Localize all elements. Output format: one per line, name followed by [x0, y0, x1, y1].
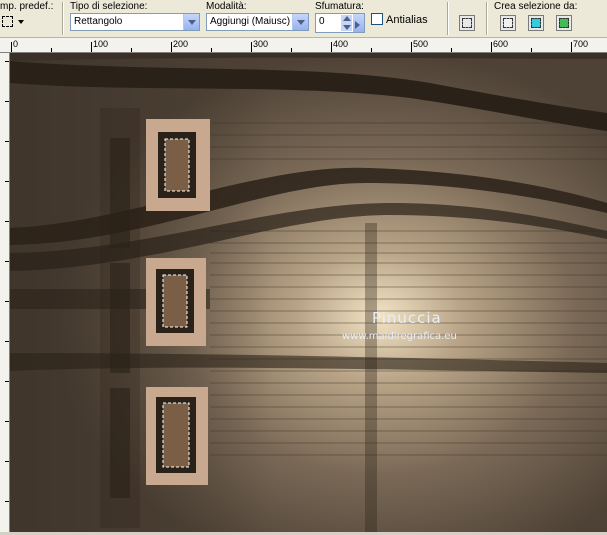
toolbar-separator — [447, 2, 448, 35]
feather-label: Sfumatura: — [315, 1, 364, 12]
selection-type-value: Rettangolo — [74, 16, 123, 27]
antialias-label: Antialias — [386, 14, 428, 26]
ruler-label: 100 — [93, 39, 109, 49]
chevron-down-icon[interactable] — [292, 14, 308, 30]
frame-middle — [146, 258, 206, 346]
watermark-url: www.maidiregrafica.eu — [342, 331, 457, 342]
ruler-label: 500 — [413, 39, 429, 49]
preset-dropdown-arrow-icon[interactable] — [18, 20, 24, 24]
feather-value: 0 — [319, 16, 325, 27]
selection-type-label: Tipo di selezione: — [70, 1, 148, 12]
selection-from-all-layers-icon[interactable] — [528, 15, 544, 31]
ruler-ticks — [11, 42, 572, 52]
ruler-label: 300 — [253, 39, 269, 49]
horizontal-ruler: 0 100 200 300 400 500 600 700 — [0, 38, 607, 53]
preset-label: mp. predef.: — [0, 1, 54, 12]
feather-spinbox[interactable]: 0 — [315, 13, 365, 33]
remove-selection-icon[interactable] — [459, 15, 475, 31]
ruler-label: 0 — [13, 39, 19, 49]
toolbar-separator — [62, 2, 63, 35]
image-canvas[interactable]: Pinuccia www.maidiregrafica.eu — [10, 53, 607, 532]
chevron-down-icon[interactable] — [183, 14, 199, 30]
preset-selection-icon[interactable] — [2, 16, 13, 27]
mode-value: Aggiungi (Maiusc) — [210, 16, 291, 27]
vertical-ruler — [0, 53, 10, 532]
toolbar-separator — [486, 2, 487, 35]
frame-top — [146, 119, 210, 211]
selection-toolbar: mp. predef.: Tipo di selezione: Rettango… — [0, 0, 607, 38]
spin-up-icon[interactable] — [341, 15, 352, 23]
vertical-ruler-ticks — [5, 61, 9, 502]
frame-bottom — [146, 387, 208, 485]
create-selection-label: Crea selezione da: — [494, 1, 578, 12]
mode-dropdown[interactable]: Aggiungi (Maiusc) — [206, 13, 309, 31]
artwork — [10, 53, 607, 532]
selection-type-dropdown[interactable]: Rettangolo — [70, 13, 200, 31]
ruler-label: 200 — [173, 39, 189, 49]
selection-from-merged-icon[interactable] — [556, 15, 572, 31]
mode-label: Modalità: — [206, 1, 247, 12]
antialias-checkbox[interactable] — [371, 13, 383, 25]
spin-popout-icon[interactable] — [353, 14, 364, 32]
selection-from-layer-icon[interactable] — [500, 15, 516, 31]
ruler-label: 400 — [333, 39, 349, 49]
ruler-label: 600 — [493, 39, 509, 49]
watermark-title: Pinuccia — [372, 309, 442, 327]
ruler-label: 700 — [573, 39, 589, 49]
spin-down-icon[interactable] — [341, 23, 352, 31]
